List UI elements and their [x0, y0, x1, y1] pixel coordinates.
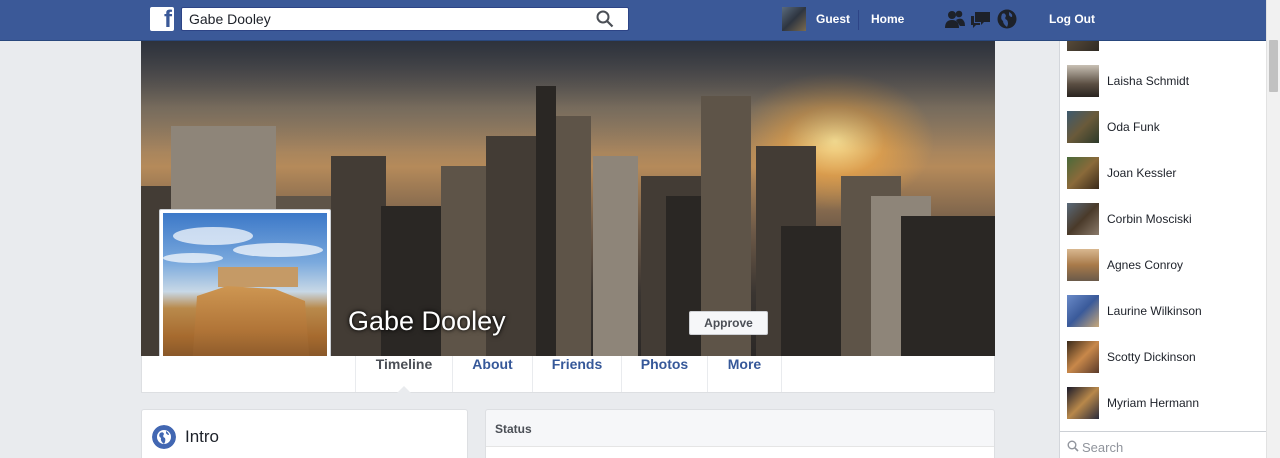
tab-about[interactable]: About: [452, 356, 532, 392]
contact-avatar: [1067, 111, 1099, 143]
status-title[interactable]: Status: [495, 422, 532, 436]
contact-name: Agnes Conroy: [1107, 258, 1184, 272]
messages-icon[interactable]: [970, 8, 992, 30]
logout-link[interactable]: Log Out: [1049, 12, 1095, 26]
contact-name: Oda Funk: [1107, 120, 1160, 134]
profile-tab-bar: Timeline About Friends Photos More: [141, 356, 995, 393]
contact-name: Joan Kessler: [1107, 166, 1177, 180]
chat-search-input[interactable]: [1082, 438, 1257, 456]
chat-contact[interactable]: Oda Funk: [1067, 111, 1265, 143]
contact-avatar: [1067, 65, 1099, 97]
tab-friends[interactable]: Friends: [532, 356, 621, 392]
nav-divider: [858, 10, 859, 30]
contact-name: Scotty Dickinson: [1107, 350, 1196, 364]
contact-avatar: [1067, 157, 1099, 189]
chat-contact[interactable]: Laurine Wilkinson: [1067, 295, 1265, 327]
home-link[interactable]: Home: [871, 12, 904, 26]
guest-link[interactable]: Guest: [816, 12, 850, 26]
profile-name[interactable]: Gabe Dooley: [348, 306, 506, 337]
contact-avatar: [1067, 387, 1099, 419]
guest-avatar[interactable]: [782, 7, 806, 31]
profile-picture-image: [163, 213, 327, 377]
active-tab-indicator: [397, 386, 411, 393]
contact-avatar: [1067, 249, 1099, 281]
contact-name: Laurine Wilkinson: [1107, 304, 1202, 318]
chat-search-box[interactable]: [1060, 431, 1266, 458]
contact-avatar: [1067, 203, 1099, 235]
chat-contact[interactable]: Corbin Mosciski: [1067, 203, 1265, 235]
search-input[interactable]: [182, 8, 582, 30]
page-scrollbar[interactable]: [1266, 0, 1280, 458]
chat-contact[interactable]: Joan Kessler: [1067, 157, 1265, 189]
tab-photos[interactable]: Photos: [621, 356, 707, 392]
contact-name: Corbin Mosciski: [1107, 212, 1192, 226]
search-icon: [1067, 440, 1079, 452]
search-box[interactable]: [181, 7, 629, 31]
contact-avatar: [1067, 341, 1099, 373]
scrollbar-thumb[interactable]: [1269, 40, 1278, 92]
chat-contact[interactable]: Agnes Conroy: [1067, 249, 1265, 281]
chat-contact[interactable]: Laisha Schmidt: [1067, 65, 1265, 97]
intro-card: Intro: [141, 409, 468, 458]
contact-avatar: [1067, 295, 1099, 327]
globe-icon: [152, 425, 176, 449]
contact-name: Laisha Schmidt: [1107, 74, 1190, 88]
top-navigation-bar: f Guest Home Log Out: [0, 0, 1280, 41]
intro-title: Intro: [185, 427, 220, 446]
search-icon[interactable]: [596, 10, 614, 28]
status-input-area[interactable]: [486, 446, 994, 458]
chat-sidebar: Laisha Schmidt Oda Funk Joan Kessler Cor…: [1059, 41, 1266, 458]
friends-icon[interactable]: [944, 8, 966, 30]
status-composer[interactable]: Status: [485, 409, 995, 458]
contact-avatar: [1067, 41, 1099, 51]
notifications-globe-icon[interactable]: [996, 8, 1018, 30]
chat-contact[interactable]: [1067, 41, 1265, 51]
chat-contact[interactable]: Myriam Hermann: [1067, 387, 1265, 419]
chat-contact[interactable]: Scotty Dickinson: [1067, 341, 1265, 373]
contact-name: Myriam Hermann: [1107, 396, 1200, 410]
tab-more[interactable]: More: [707, 356, 782, 392]
approve-button[interactable]: Approve: [689, 311, 768, 335]
facebook-f-icon[interactable]: f: [150, 6, 174, 33]
